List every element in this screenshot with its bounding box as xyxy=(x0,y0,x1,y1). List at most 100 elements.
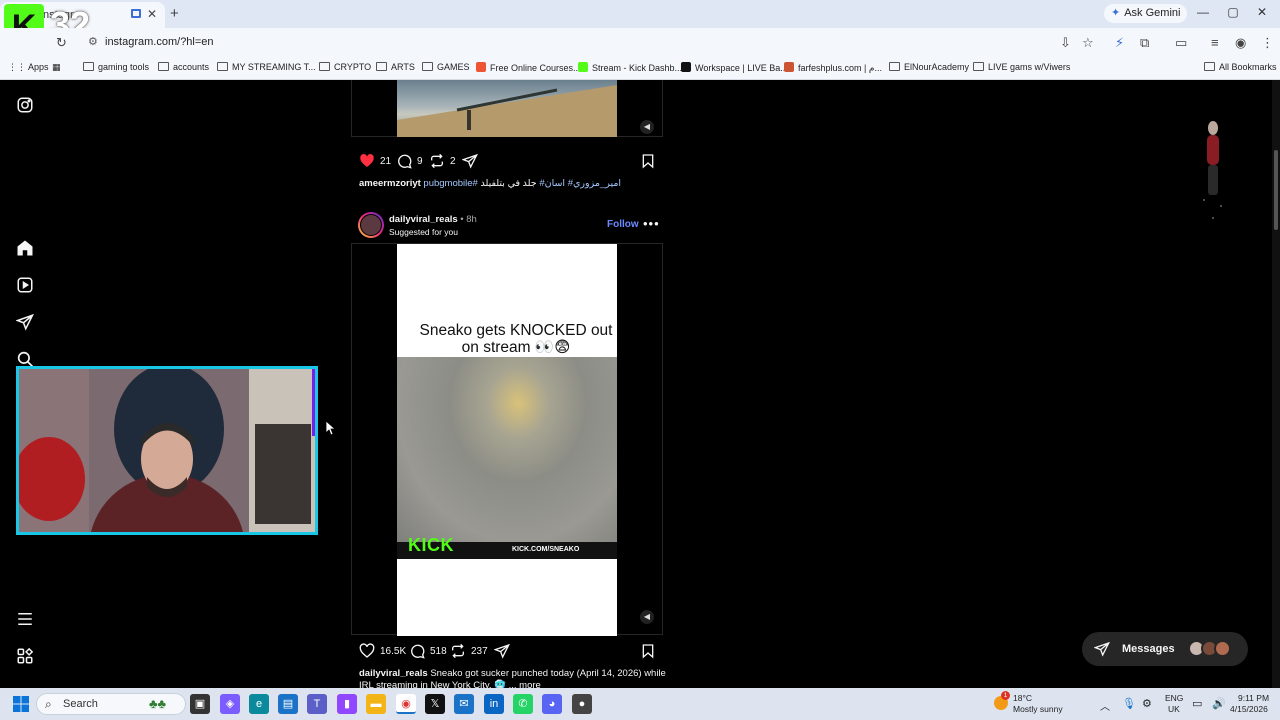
post-username[interactable]: dailyviral_reals xyxy=(389,214,458,225)
bookmark-link[interactable]: farfeshplus.com | م... xyxy=(784,62,882,74)
avatar[interactable] xyxy=(358,212,384,238)
language-indicator[interactable]: ENG xyxy=(1165,693,1183,703)
comment-button[interactable]: 518 xyxy=(409,643,447,659)
bookmark-icon xyxy=(642,644,654,659)
bookmark-apps[interactable]: ⋮⋮ Apps xyxy=(8,62,49,73)
save-button[interactable] xyxy=(640,153,661,169)
keyboard-layout-indicator[interactable]: UK xyxy=(1168,704,1180,714)
repost-button[interactable]: 2 xyxy=(429,153,456,169)
scrollbar-thumb[interactable] xyxy=(1274,150,1278,230)
tab-media-icon[interactable] xyxy=(131,9,141,18)
outlook-icon[interactable]: ✉ xyxy=(454,694,474,714)
obs-icon[interactable]: ● xyxy=(572,694,592,714)
network-settings-icon[interactable]: ⚙ xyxy=(1142,697,1152,710)
chrome-menu-icon[interactable]: ⋮ xyxy=(1261,35,1274,51)
save-button[interactable] xyxy=(640,643,661,659)
grid-icon: ▦ xyxy=(52,62,61,72)
url-text[interactable]: instagram.com/?hl=en xyxy=(105,36,214,48)
bookmark-folder[interactable]: MY STREAMING T... xyxy=(217,62,316,72)
page-scrollbar[interactable] xyxy=(1272,80,1280,688)
minimize-button[interactable]: — xyxy=(1193,5,1213,19)
bookmark-folder[interactable]: ElNourAcademy xyxy=(889,62,969,72)
caption-username[interactable]: ameermzoriyt xyxy=(359,178,421,189)
caption-username[interactable]: dailyviral_reals xyxy=(359,668,428,679)
weather-desc[interactable]: Mostly sunny xyxy=(1013,704,1063,714)
task-view-icon[interactable]: ▣ xyxy=(190,694,210,714)
mute-icon[interactable]: ◀ xyxy=(640,120,654,134)
tab-close-button[interactable]: ✕ xyxy=(147,7,157,21)
volume-icon[interactable]: 🔊 xyxy=(1212,697,1226,710)
share-button[interactable] xyxy=(494,643,515,659)
more-menu-icon[interactable] xyxy=(16,610,34,628)
instagram-logo-icon[interactable] xyxy=(16,96,34,114)
omnibox[interactable]: ⚙ instagram.com/?hl=en xyxy=(84,32,1108,54)
file-explorer-icon[interactable]: ▬ xyxy=(366,694,386,714)
clock-time[interactable]: 9:11 PM xyxy=(1238,693,1269,703)
ask-gemini-button[interactable]: ✦ Ask Gemini xyxy=(1104,4,1188,23)
post-options-button[interactable]: ••• xyxy=(643,216,660,231)
folder-icon xyxy=(422,62,433,71)
folder-icon xyxy=(1204,62,1215,71)
copilot-icon[interactable]: ◈ xyxy=(220,694,240,714)
messages-button[interactable]: Messages xyxy=(1082,632,1248,666)
install-app-icon[interactable]: ⇩ xyxy=(1060,35,1071,51)
mute-icon[interactable]: ◀ xyxy=(640,610,654,624)
chrome-icon[interactable]: ◉ xyxy=(396,694,416,714)
twitch-icon[interactable]: ▮ xyxy=(337,694,357,714)
also-from-meta-icon[interactable] xyxy=(16,647,34,665)
whatsapp-icon[interactable]: ✆ xyxy=(513,694,533,714)
like-button[interactable]: 16.5K xyxy=(359,643,406,659)
tray-overflow-icon[interactable]: ︿ xyxy=(1100,698,1110,713)
site-info-icon[interactable]: ⚙ xyxy=(88,35,98,48)
share-button[interactable] xyxy=(462,153,483,169)
extensions-puzzle-icon[interactable]: ⧉ xyxy=(1140,35,1149,51)
taskbar-search[interactable]: ⌕ Search ♣♣ xyxy=(36,693,186,715)
search-highlight-icon: ♣♣ xyxy=(149,696,167,711)
linkedin-icon[interactable]: in xyxy=(484,694,504,714)
repost-button[interactable]: 237 xyxy=(450,643,488,659)
weather-temp[interactable]: 18°C xyxy=(1013,693,1032,703)
reload-icon[interactable]: ↻ xyxy=(56,35,67,51)
follow-button[interactable]: Follow xyxy=(607,219,639,230)
maximize-button[interactable]: ▢ xyxy=(1223,5,1243,19)
comment-count: 9 xyxy=(417,155,423,167)
direct-messages-icon[interactable] xyxy=(15,313,34,331)
bookmark-folder[interactable]: gaming tools xyxy=(83,62,149,72)
x-icon[interactable]: 𝕏 xyxy=(425,694,445,714)
new-tab-button[interactable]: + xyxy=(170,5,179,22)
bookmark-link[interactable]: Workspace | LIVE Ba... xyxy=(681,62,788,73)
profile-avatar-icon[interactable]: ◉ xyxy=(1235,35,1246,51)
windows-start-icon[interactable] xyxy=(13,696,29,712)
post-media[interactable]: ◀ xyxy=(351,80,663,137)
extension-icon[interactable]: ⚡ xyxy=(1115,35,1124,51)
bookmark-link[interactable]: Stream - Kick Dashb... xyxy=(578,62,682,73)
kick-watermark-url: KICK.COM/SNEAKO xyxy=(512,546,580,553)
bookmark-grid[interactable]: ▦ xyxy=(52,62,61,73)
microphone-icon[interactable]: 🎙 xyxy=(1122,697,1136,710)
reels-icon[interactable] xyxy=(16,276,34,294)
clock-date[interactable]: 4/15/2026 xyxy=(1230,704,1268,714)
home-icon[interactable] xyxy=(16,239,34,257)
tab-search-icon[interactable]: ▭ xyxy=(1175,35,1187,51)
bookmark-folder[interactable]: CRYPTO xyxy=(319,62,371,72)
teams-icon[interactable]: T xyxy=(307,694,327,714)
bookmark-folder[interactable]: ARTS xyxy=(376,62,415,72)
window-close-button[interactable]: ✕ xyxy=(1252,5,1272,19)
edge-icon[interactable]: e xyxy=(249,694,269,714)
like-button[interactable]: 21 xyxy=(359,153,391,169)
discord-icon[interactable]: ◕ xyxy=(542,694,562,714)
reading-list-icon[interactable]: ≡ xyxy=(1211,35,1219,50)
post-media[interactable]: ◀ xyxy=(351,243,663,636)
post-caption-line2[interactable]: IRL streaming in New York City. 🥶 ... mo… xyxy=(359,680,541,688)
display-icon[interactable]: ▭ xyxy=(1192,697,1202,710)
post-author[interactable]: dailyviral_reals • 8h xyxy=(389,214,477,225)
bookmark-folder[interactable]: GAMES xyxy=(422,62,470,72)
bookmark-star-icon[interactable]: ☆ xyxy=(1082,35,1094,51)
repost-count: 2 xyxy=(450,155,456,167)
bookmark-folder[interactable]: LIVE gams w/Viwers xyxy=(973,62,1070,72)
bookmark-link[interactable]: Free Online Courses... xyxy=(476,62,581,73)
bookmark-folder[interactable]: accounts xyxy=(158,62,209,72)
all-bookmarks[interactable]: All Bookmarks xyxy=(1204,62,1277,72)
comment-button[interactable]: 9 xyxy=(396,153,423,169)
store-icon[interactable]: ▤ xyxy=(278,694,298,714)
